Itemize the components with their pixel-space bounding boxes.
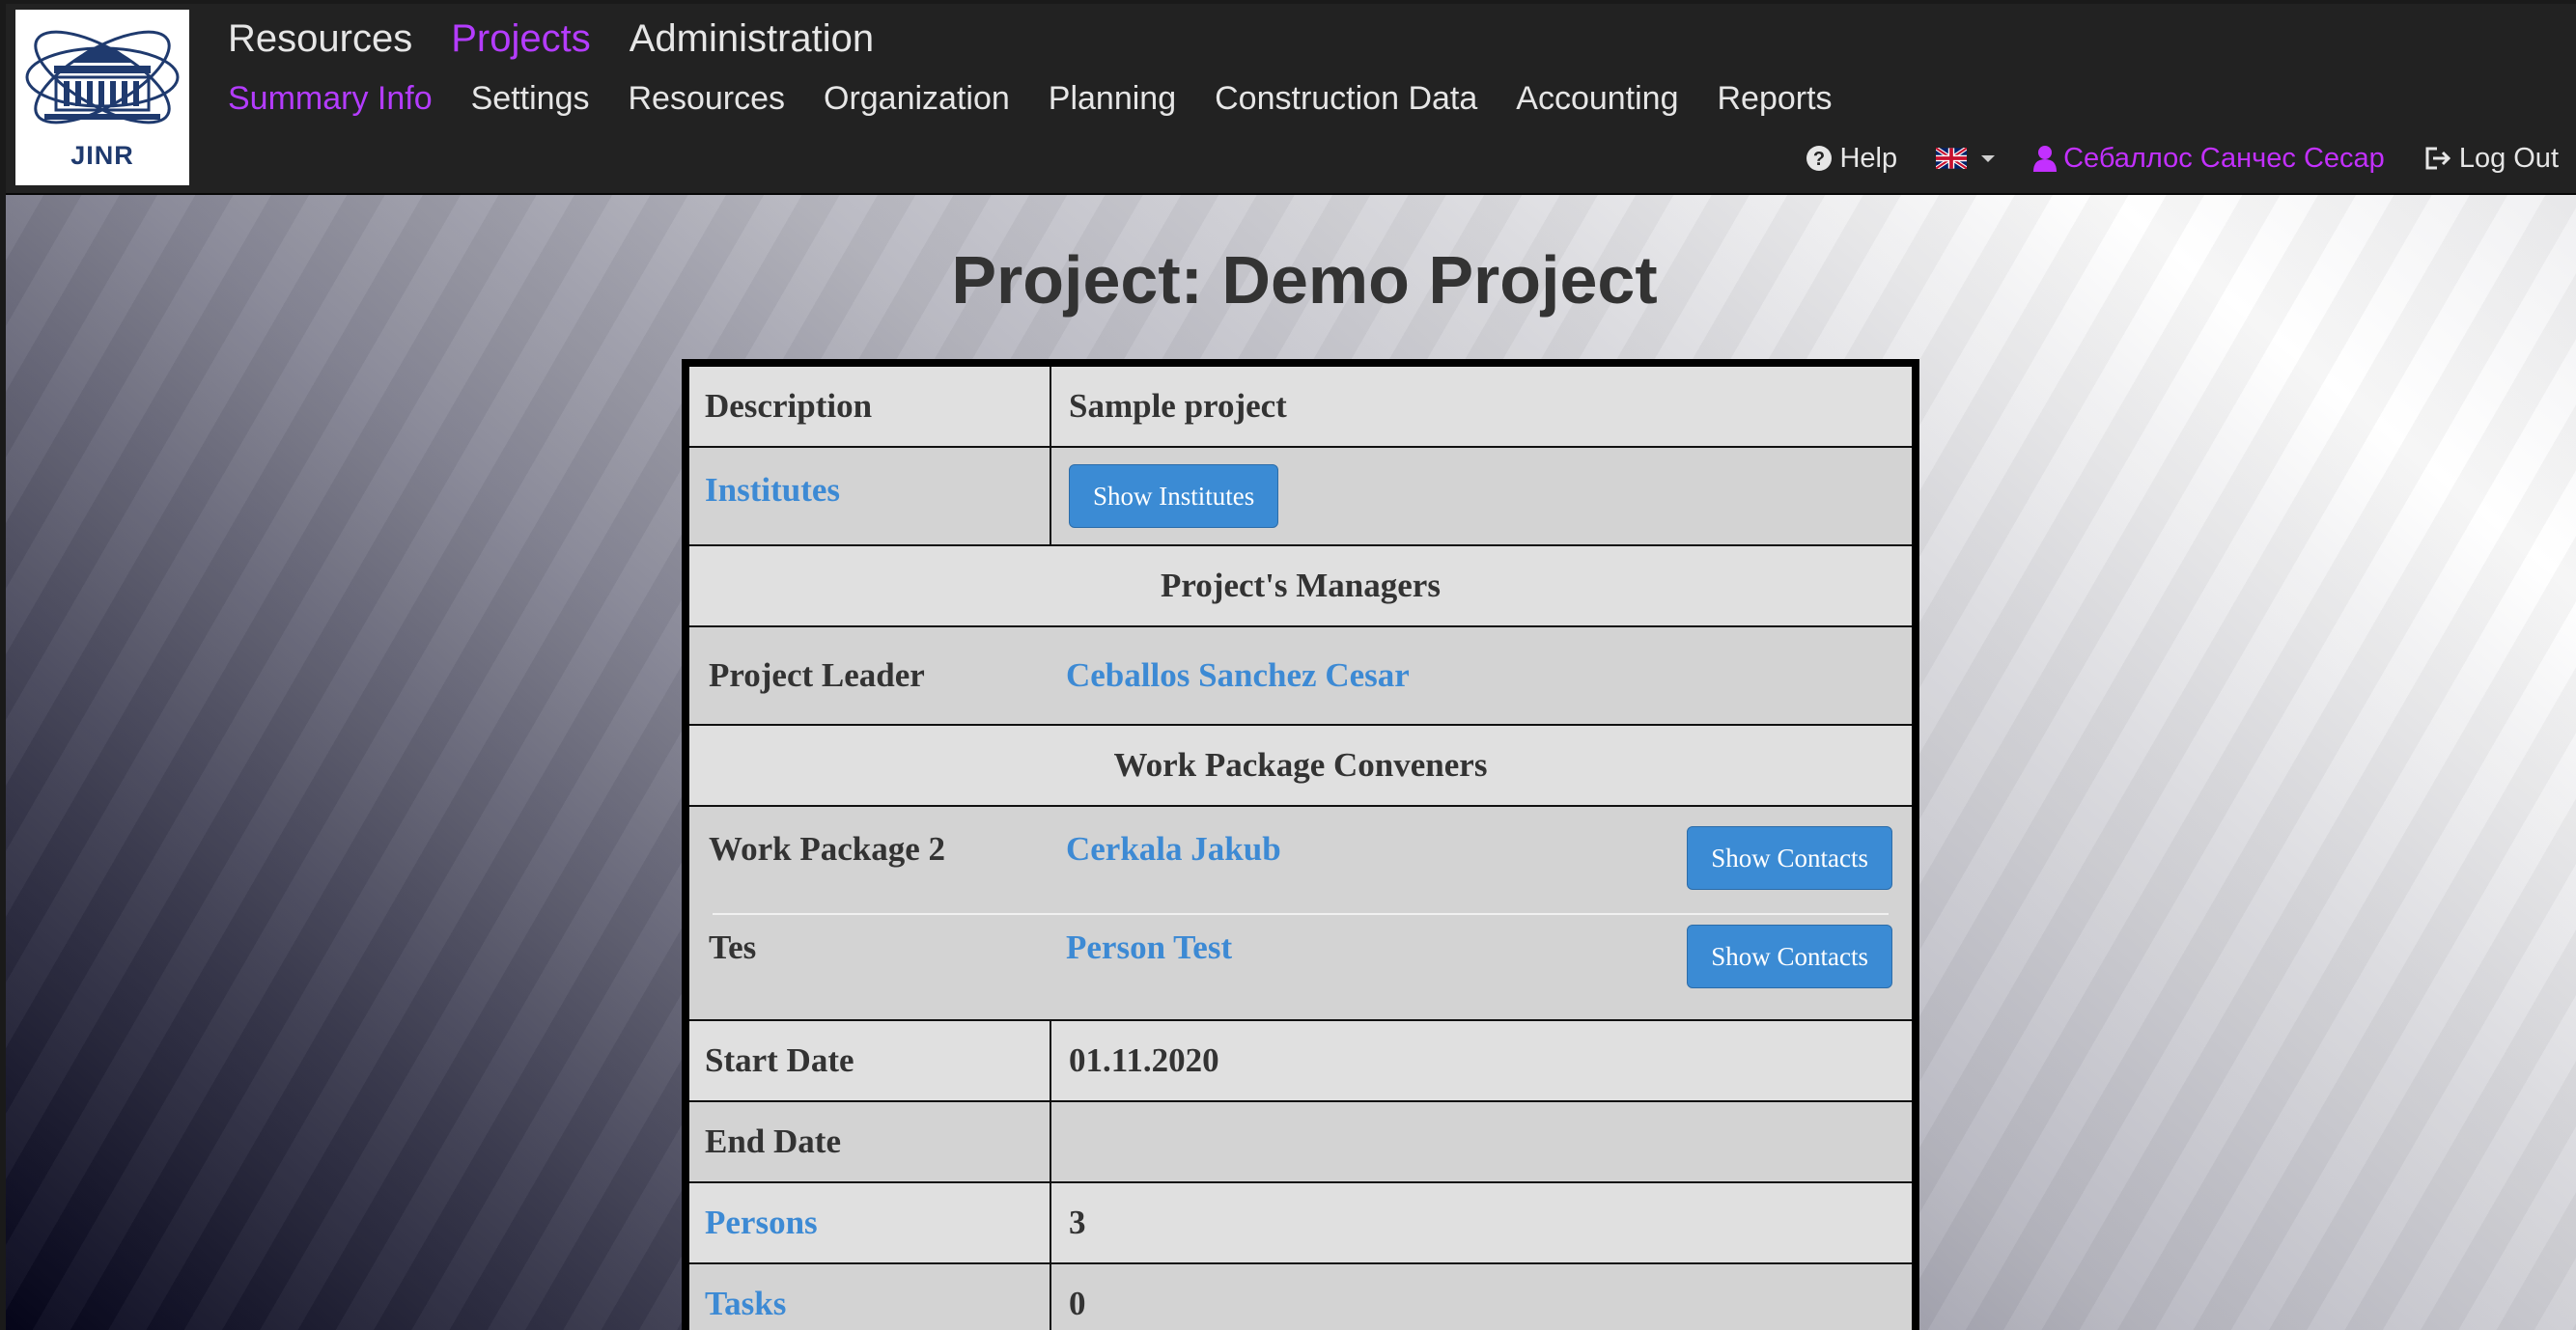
top-nav-resources[interactable]: Resources [228, 12, 412, 66]
jinr-logo[interactable]: JINR [15, 10, 189, 185]
description-label: Description [689, 367, 1051, 446]
list-item: Tes Person Test Show Contacts [689, 915, 1912, 1021]
user-menu[interactable]: Себаллос Санчес Сесар [2033, 137, 2385, 180]
svg-text:?: ? [1813, 149, 1825, 170]
chevron-down-icon [1981, 154, 1996, 162]
language-dropdown[interactable] [1936, 148, 1996, 169]
convener-link[interactable]: Person Test [1066, 928, 1232, 967]
help-label: Help [1839, 143, 1898, 174]
logout-label: Log Out [2458, 143, 2559, 174]
jinr-logo-icon [25, 30, 180, 125]
start-date-row: Start Date 01.11.2020 [689, 1021, 1912, 1102]
show-contacts-button[interactable]: Show Contacts [1687, 826, 1892, 890]
top-nav: Resources Projects Administration [228, 12, 874, 66]
description-value: Sample project [1069, 387, 1287, 425]
top-nav-administration[interactable]: Administration [630, 12, 874, 66]
start-date-value: 01.11.2020 [1069, 1041, 1219, 1079]
leader-name-link[interactable]: Ceballos Sanchez Cesar [1066, 627, 1410, 724]
managers-header: Project's Managers [1161, 567, 1441, 604]
end-date-label: End Date [689, 1102, 1051, 1181]
work-package-name: Tes [709, 928, 757, 966]
leader-label: Project Leader [709, 656, 925, 694]
logo-text: JINR [70, 141, 134, 170]
convener-link[interactable]: Cerkala Jakub [1066, 830, 1281, 869]
description-row: Description Sample project [689, 367, 1912, 448]
logout-icon [2425, 147, 2450, 170]
sub-nav-construction-data[interactable]: Construction Data [1215, 75, 1477, 122]
right-nav: ? Help Себаллос Санчес Сесар Log Out [1806, 137, 2559, 180]
main-content: Project: Demo Project Description Sample… [6, 195, 2576, 1330]
institutes-row: Institutes Show Institutes [689, 448, 1912, 546]
work-package-name: Work Package 2 [709, 830, 945, 868]
sub-nav-accounting[interactable]: Accounting [1516, 75, 1678, 122]
user-name: Себаллос Санчес Сесар [2063, 143, 2385, 174]
start-date-label: Start Date [689, 1021, 1051, 1100]
page-title: Project: Demo Project [951, 242, 1658, 318]
leader-row: Project Leader Ceballos Sanchez Cesar [689, 627, 1912, 726]
tasks-value: 0 [1069, 1285, 1086, 1322]
sub-nav-organization[interactable]: Organization [824, 75, 1010, 122]
logout-link[interactable]: Log Out [2423, 137, 2559, 180]
sub-nav-reports[interactable]: Reports [1718, 75, 1833, 122]
sub-nav-planning[interactable]: Planning [1049, 75, 1176, 122]
persons-link[interactable]: Persons [689, 1183, 1051, 1262]
sub-nav: Summary Info Settings Resources Organiza… [228, 75, 1833, 122]
uk-flag-icon [1936, 148, 1968, 169]
project-details-table: Description Sample project Institutes Sh… [682, 359, 1919, 1330]
sub-nav-summary-info[interactable]: Summary Info [228, 75, 433, 122]
end-date-row: End Date [689, 1102, 1912, 1183]
question-circle-icon: ? [1806, 146, 1833, 171]
navbar: JINR Resources Projects Administration S… [6, 4, 2576, 195]
institutes-link[interactable]: Institutes [689, 448, 1051, 544]
tasks-link[interactable]: Tasks [689, 1264, 1051, 1330]
tasks-row: Tasks 0 [689, 1264, 1912, 1330]
work-packages-row: Work Package 2 Cerkala Jakub Show Contac… [689, 807, 1912, 1021]
conveners-header: Work Package Conveners [1113, 746, 1488, 784]
persons-row: Persons 3 [689, 1183, 1912, 1264]
conveners-header-row: Work Package Conveners [689, 726, 1912, 807]
persons-value: 3 [1069, 1204, 1086, 1241]
list-item: Work Package 2 Cerkala Jakub Show Contac… [689, 807, 1912, 913]
show-contacts-button[interactable]: Show Contacts [1687, 925, 1892, 988]
help-link[interactable]: ? Help [1806, 137, 1897, 180]
managers-header-row: Project's Managers [689, 546, 1912, 627]
sub-nav-resources[interactable]: Resources [628, 75, 785, 122]
show-institutes-button[interactable]: Show Institutes [1069, 464, 1279, 528]
end-date-value [1053, 1102, 1912, 1181]
top-nav-projects[interactable]: Projects [451, 12, 591, 66]
user-icon [2033, 146, 2058, 172]
sub-nav-settings[interactable]: Settings [471, 75, 590, 122]
